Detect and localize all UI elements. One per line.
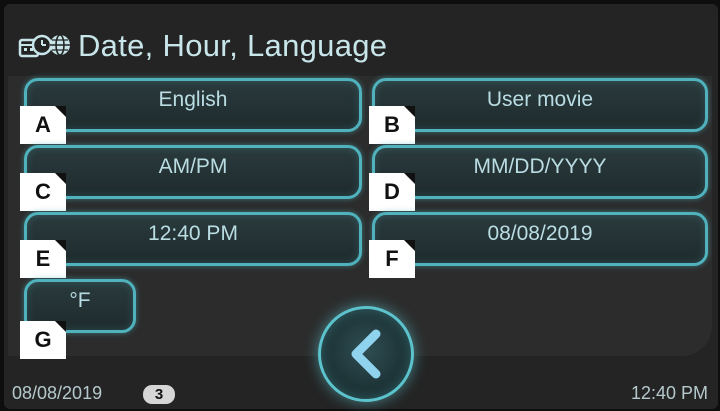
status-date: 08/08/2019 bbox=[12, 383, 103, 403]
language-button[interactable]: English bbox=[24, 78, 362, 132]
date-button[interactable]: 08/08/2019 bbox=[372, 212, 708, 266]
temperature-unit-value: °F bbox=[69, 289, 91, 312]
key-label-d: D bbox=[369, 173, 415, 211]
date-language-icon bbox=[18, 34, 70, 58]
key-label-e: E bbox=[20, 240, 66, 278]
status-time: 12:40 PM bbox=[630, 383, 708, 403]
key-label-c: C bbox=[20, 173, 66, 211]
date-format-value: MM/DD/YYYY bbox=[473, 155, 607, 178]
key-label-f: F bbox=[369, 240, 415, 278]
time-value: 12:40 PM bbox=[148, 222, 238, 245]
key-label-g: G bbox=[20, 321, 66, 359]
key-label-b: B bbox=[369, 106, 415, 144]
header: Date, Hour, Language bbox=[18, 24, 387, 68]
language-value: English bbox=[158, 88, 228, 111]
date-value: 08/08/2019 bbox=[487, 222, 593, 245]
time-format-button[interactable]: AM/PM bbox=[24, 145, 362, 199]
startup-button[interactable]: User movie bbox=[372, 78, 708, 132]
startup-value: User movie bbox=[486, 88, 594, 111]
time-button[interactable]: 12:40 PM bbox=[24, 212, 362, 266]
page-title: Date, Hour, Language bbox=[78, 28, 388, 63]
chevron-left-icon bbox=[351, 329, 381, 379]
date-format-button[interactable]: MM/DD/YYYY bbox=[372, 145, 708, 199]
notification-badge: 3 bbox=[143, 385, 175, 404]
key-label-a: A bbox=[20, 106, 66, 144]
time-format-value: AM/PM bbox=[158, 155, 228, 178]
status-bar: 08/08/2019 3 12:40 PM bbox=[0, 380, 720, 411]
